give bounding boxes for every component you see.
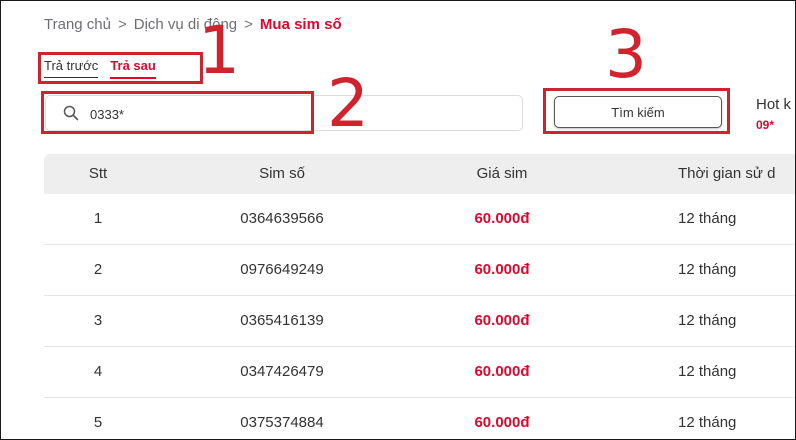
row-duration: 12 tháng bbox=[678, 363, 737, 380]
row-sim-number: 0365416139 bbox=[240, 312, 324, 329]
column-header-duration: Thời gian sử d bbox=[678, 165, 776, 182]
hot-keyword-code[interactable]: 09* bbox=[756, 118, 774, 132]
row-duration: 12 tháng bbox=[678, 414, 737, 431]
breadcrumb-home[interactable]: Trang chủ bbox=[44, 16, 111, 33]
row-price: 60.000đ bbox=[474, 261, 530, 278]
row-price: 60.000đ bbox=[474, 414, 530, 431]
annotation-box-3 bbox=[543, 88, 730, 134]
annotation-number-3: 3 bbox=[605, 16, 647, 93]
row-sim-number: 0347426479 bbox=[240, 363, 324, 380]
table-row[interactable]: 1 0364639566 60.000đ 12 tháng bbox=[44, 194, 795, 245]
table-row[interactable]: 2 0976649249 60.000đ 12 tháng bbox=[44, 245, 795, 296]
row-stt: 3 bbox=[93, 312, 103, 329]
row-sim-number: 0364639566 bbox=[240, 210, 324, 227]
row-stt: 2 bbox=[93, 261, 103, 278]
table-row[interactable]: 3 0365416139 60.000đ 12 tháng bbox=[44, 296, 795, 347]
hot-keyword-title: Hot k bbox=[756, 96, 792, 113]
row-stt: 5 bbox=[93, 414, 103, 431]
annotation-number-1: 1 bbox=[198, 12, 240, 89]
breadcrumb-separator: > bbox=[117, 16, 127, 33]
row-duration: 12 tháng bbox=[678, 261, 737, 278]
annotation-box-2 bbox=[41, 91, 314, 134]
breadcrumb-separator: > bbox=[244, 16, 253, 33]
row-price: 60.000đ bbox=[474, 363, 530, 380]
annotation-number-2: 2 bbox=[327, 65, 369, 142]
row-stt: 1 bbox=[93, 210, 103, 227]
breadcrumb-current: Mua sim số bbox=[259, 16, 342, 33]
row-sim-number: 0976649249 bbox=[240, 261, 324, 278]
sim-table: Stt Sim số Giá sim Thời gian sử d 1 0364… bbox=[44, 154, 795, 439]
page-frame: Trang chủ > Dịch vụ di động > Mua sim số Trả… bbox=[0, 0, 796, 440]
row-sim-number: 0375374884 bbox=[240, 414, 324, 431]
column-header-sim: Sim số bbox=[259, 165, 305, 182]
column-header-price: Giá sim bbox=[476, 165, 528, 182]
breadcrumb: Trang chủ > Dịch vụ di động > Mua sim số bbox=[44, 16, 342, 33]
row-stt: 4 bbox=[93, 363, 103, 380]
row-price: 60.000đ bbox=[474, 312, 530, 329]
table-row[interactable]: 4 0347426479 60.000đ 12 tháng bbox=[44, 347, 795, 398]
row-duration: 12 tháng bbox=[678, 312, 737, 329]
table-row[interactable]: 5 0375374884 60.000đ 12 tháng bbox=[44, 398, 795, 439]
row-duration: 12 tháng bbox=[678, 210, 737, 227]
annotation-box-1 bbox=[38, 52, 203, 84]
column-header-stt: Stt bbox=[88, 165, 108, 182]
row-price: 60.000đ bbox=[474, 210, 530, 227]
table-header: Stt Sim số Giá sim Thời gian sử d bbox=[44, 154, 795, 194]
